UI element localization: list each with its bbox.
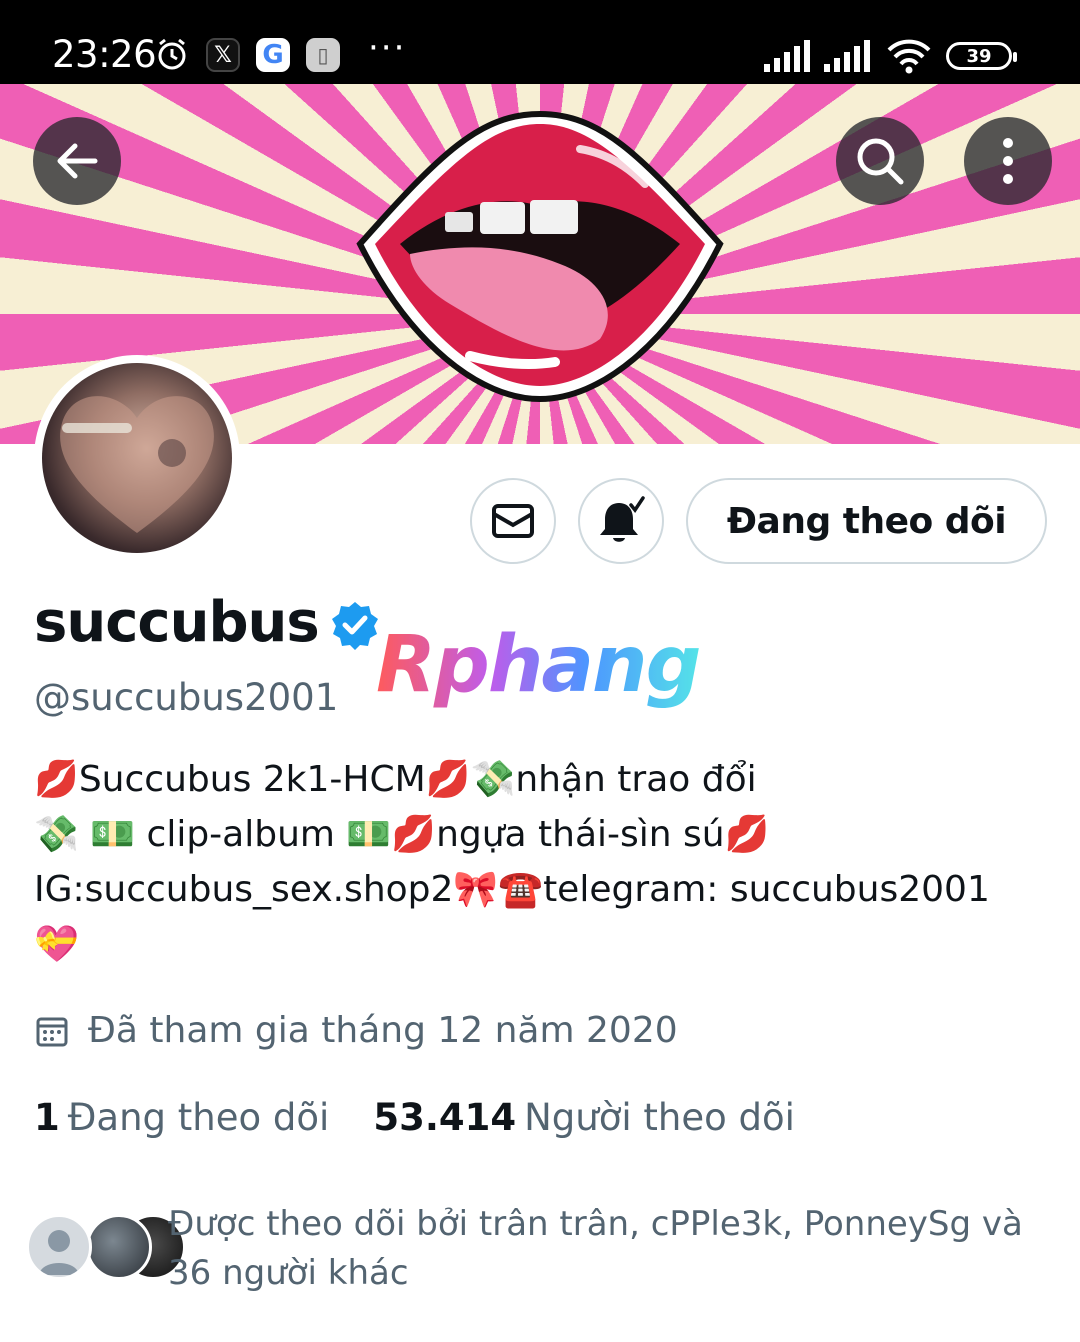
profile-bio: 💋Succubus 2k1-HCM💋💸nhận trao đổi 💸 💵 cli… (34, 752, 1054, 972)
bio-line: 💸 💵 clip-album 💵💋ngựa thái-sìn sú💋 (34, 814, 770, 855)
alarm-icon (158, 38, 186, 70)
avatar-image (42, 363, 232, 553)
message-button[interactable] (470, 478, 556, 564)
avatar[interactable] (34, 355, 240, 561)
followers-count: 53.414 (373, 1096, 517, 1139)
calendar-icon (36, 1017, 68, 1046)
joined-date: Đã tham gia tháng 12 năm 2020 (34, 1010, 678, 1051)
following-label: Đang theo dõi (67, 1096, 330, 1139)
display-name: succubus (34, 590, 320, 655)
followers-label: Người theo dõi (524, 1096, 795, 1139)
google-icon: G (256, 38, 290, 72)
joined-text: Đã tham gia tháng 12 năm 2020 (88, 1010, 678, 1051)
search-button[interactable] (836, 117, 924, 205)
back-button[interactable] (33, 117, 121, 205)
follower-avatar (86, 1214, 152, 1280)
x-app-icon: 𝕏 (206, 38, 240, 72)
followers-stat[interactable]: 53.414 Người theo dõi (373, 1096, 795, 1139)
follow-stats: 1 Đang theo dõi 53.414 Người theo dõi (34, 1096, 839, 1139)
bell-check-icon (600, 496, 645, 542)
more-dots-icon: ··· (368, 28, 407, 68)
bio-line: 💋Succubus 2k1-HCM💋💸nhận trao đổi (34, 759, 757, 800)
more-options-button[interactable] (964, 117, 1052, 205)
status-bar: 23:26 𝕏 G ▯ ··· 39 (0, 0, 1080, 84)
following-button[interactable]: Đang theo dõi (686, 478, 1047, 564)
verified-badge-icon[interactable] (330, 600, 380, 650)
search-icon (857, 138, 904, 185)
follower-avatar (26, 1214, 92, 1280)
notification-app-icon: ▯ (306, 38, 340, 72)
signal-icon (824, 40, 870, 72)
following-count: 1 (34, 1096, 60, 1139)
bio-line: IG:succubus_sex.shop2🎀☎️telegram: succub… (34, 869, 990, 910)
followed-by-section[interactable]: Được theo dõi bởi trân trân, cPPle3k, Po… (26, 1200, 1066, 1300)
watermark-logo: Rphang (376, 620, 701, 710)
following-stat[interactable]: 1 Đang theo dõi (34, 1096, 329, 1139)
notifications-button[interactable] (578, 478, 664, 564)
envelope-icon (492, 504, 534, 538)
followed-by-text: Được theo dõi bởi trân trân, cPPle3k, Po… (168, 1204, 1023, 1293)
status-time: 23:26 (52, 33, 157, 76)
arrow-left-icon (57, 143, 98, 179)
battery-icon: 39 (946, 42, 1017, 70)
profile-handle: @succubus2001 (34, 676, 339, 719)
wifi-icon (887, 39, 931, 74)
signal-icon (764, 40, 810, 72)
bio-line: 💝 (34, 924, 79, 965)
lips-illustration (356, 110, 724, 403)
kebab-menu-icon (1003, 138, 1013, 184)
default-user-icon (39, 1230, 79, 1275)
